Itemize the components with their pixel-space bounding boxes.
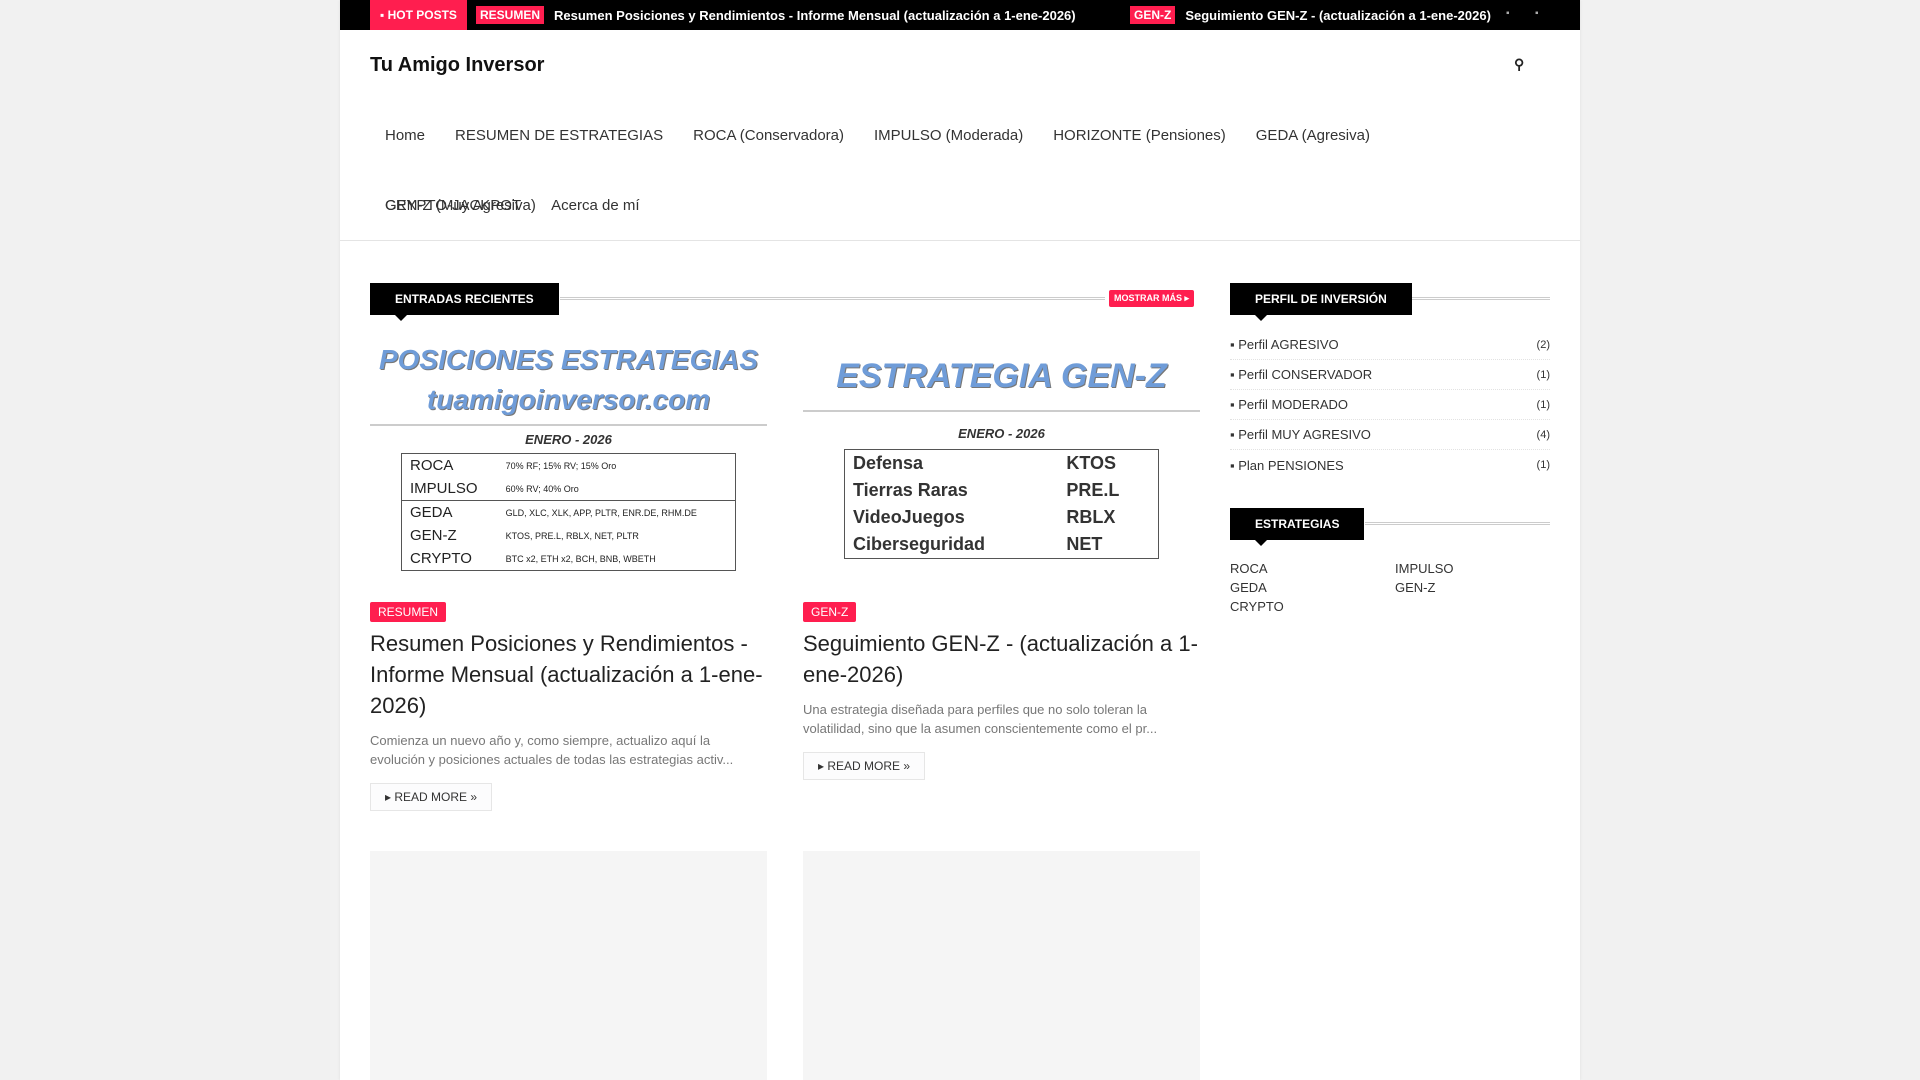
read-more-button[interactable]: ▸ READ MORE »	[370, 783, 493, 811]
post-thumbnail[interactable]: ESTRATEGIA GEN-Z ENERO - 2026 Defensa KTO…	[803, 340, 1200, 586]
hot-posts-bar: ▪ HOT POSTS RESUMEN Resumen Posiciones y …	[340, 0, 1580, 30]
ticker-tag: GEN-Z	[1130, 6, 1176, 24]
ticker-title[interactable]: Seguimiento GEN-Z - (actualización a 1-e…	[1185, 8, 1491, 23]
search-icon[interactable]: ⚲	[1514, 56, 1524, 73]
profile-item[interactable]: ▪ Plan PENSIONES (1)	[1230, 450, 1550, 480]
nav-resumen[interactable]: RESUMEN DE ESTRATEGIAS	[440, 101, 678, 171]
post-thumbnail-placeholder[interactable]	[803, 851, 1200, 1080]
nav-about[interactable]: Acerca de mí	[536, 171, 654, 241]
strategy-link[interactable]: ROCA	[1230, 561, 1395, 576]
nav-horizonte[interactable]: HORIZONTE (Pensiones)	[1038, 101, 1241, 171]
strategy-link[interactable]: GEDA	[1230, 580, 1395, 595]
next-icon[interactable]: ▪	[1535, 8, 1539, 19]
page-container: ▪ HOT POSTS RESUMEN Resumen Posiciones y …	[340, 0, 1580, 1080]
profile-item[interactable]: ▪ Perfil MODERADO (1)	[1230, 390, 1550, 420]
post-excerpt: Comienza un nuevo año y, como siempre, a…	[370, 733, 734, 767]
main-nav-row2: CRYPTO-JACKPOT Acerca de mí	[370, 171, 1550, 241]
post-category-tag[interactable]: RESUMEN	[370, 602, 447, 622]
profile-item[interactable]: ▪ Perfil AGRESIVO (2)	[1230, 330, 1550, 360]
post-thumbnail-placeholder[interactable]	[370, 851, 767, 1080]
ticker-tag: RESUMEN	[476, 6, 545, 24]
profile-list: ▪ Perfil AGRESIVO (2) ▪ Perfil CONSERVADO…	[1230, 330, 1550, 480]
read-more-button[interactable]: ▸ READ MORE »	[803, 752, 926, 780]
post-excerpt: Una estrategia diseñada para perfiles qu…	[803, 702, 1158, 736]
post-thumbnail[interactable]: POSICIONES ESTRATEGIAS tuamigoinversor.c…	[370, 340, 767, 586]
arrow-icon: ▸	[385, 790, 395, 804]
site-logo[interactable]: Tu Amigo Inversor	[370, 54, 544, 77]
post-category-tag[interactable]: GEN-Z	[803, 602, 857, 622]
ticker-item[interactable]: RESUMEN Resumen Posiciones y Rendimientos…	[476, 0, 1076, 30]
post-card: POSICIONES ESTRATEGIAS tuamigoinversor.c…	[370, 340, 767, 811]
nav-home[interactable]: Home	[370, 101, 440, 171]
nav-impulso[interactable]: IMPULSO (Moderada)	[859, 101, 1038, 171]
ticker-item[interactable]: GEN-Z Seguimiento GEN-Z - (actualización …	[1130, 0, 1491, 30]
fire-icon: ▪	[380, 8, 388, 22]
ticker-title[interactable]: Resumen Posiciones y Rendimientos - Info…	[554, 8, 1076, 23]
hot-posts-label: ▪ HOT POSTS	[370, 0, 467, 30]
strategy-link[interactable]: CRYPTO	[1230, 599, 1395, 614]
nav-crypto[interactable]: CRYPTO-JACKPOT	[370, 171, 536, 241]
strategy-link[interactable]: IMPULSO	[1395, 561, 1560, 576]
strategies-widget-title: ESTRATEGIAS	[1230, 508, 1365, 546]
post-title[interactable]: Resumen Posiciones y Rendimientos - Info…	[370, 628, 767, 721]
strategy-link[interactable]: GEN-Z	[1395, 580, 1560, 595]
divider	[1365, 522, 1550, 525]
divider	[560, 297, 1105, 300]
prev-icon[interactable]: ▪	[1506, 8, 1510, 19]
recent-posts-title: ENTRADAS RECIENTES	[370, 283, 559, 321]
post-title[interactable]: Seguimiento GEN-Z - (actualización a 1-e…	[803, 628, 1200, 690]
nav-roca[interactable]: ROCA (Conservadora)	[678, 101, 859, 171]
divider	[1412, 297, 1550, 300]
profile-item[interactable]: ▪ Perfil CONSERVADOR (1)	[1230, 360, 1550, 390]
post-card: ESTRATEGIA GEN-Z ENERO - 2026 Defensa KTO…	[803, 340, 1200, 780]
strategies-list: ROCA IMPULSO GEDA GEN-Z CRYPTO	[1230, 561, 1560, 614]
header-divider	[340, 240, 1580, 241]
nav-geda[interactable]: GEDA (Agresiva)	[1241, 101, 1385, 171]
arrow-icon: ▸	[818, 759, 828, 773]
profile-widget-title: PERFIL DE INVERSIÓN	[1230, 283, 1412, 321]
show-more-button[interactable]: MOSTRAR MÁS ▸	[1109, 290, 1195, 307]
profile-item[interactable]: ▪ Perfil MUY AGRESIVO (4)	[1230, 420, 1550, 450]
